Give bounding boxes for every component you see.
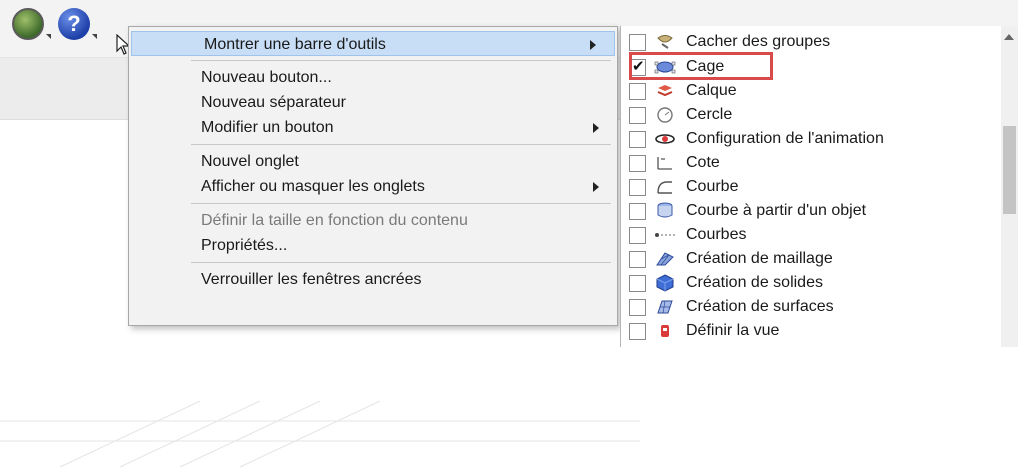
list-item-mesh-creation[interactable]: Création de maillage — [621, 247, 1001, 271]
checkbox[interactable] — [629, 250, 646, 268]
viewport-grid — [0, 401, 640, 468]
menu-item-show-toolbar[interactable]: Montrer une barre d'outils — [131, 31, 615, 56]
checkbox[interactable] — [629, 154, 646, 172]
menu-item-fit-to-content: Définir la taille en fonction du contenu — [129, 208, 617, 233]
menu-item-label: Afficher ou masquer les onglets — [201, 178, 425, 195]
menu-item-new-tab[interactable]: Nouvel onglet — [129, 149, 617, 174]
callout-highlight-box — [629, 52, 773, 80]
context-menu: Montrer une barre d'outils Nouveau bouto… — [128, 26, 618, 326]
list-item-hide-groups[interactable]: Cacher des groupes — [621, 30, 1001, 54]
checkbox[interactable] — [629, 130, 646, 148]
solid-creation-icon — [654, 274, 676, 292]
menu-item-label: Propriétés... — [201, 237, 288, 254]
menu-separator — [191, 203, 611, 204]
list-item-curve-from-object[interactable]: Courbe à partir d'un objet — [621, 199, 1001, 223]
help-icon[interactable]: ? — [58, 8, 90, 40]
menu-item-label: Modifier un bouton — [201, 119, 334, 136]
list-item-label: Création de surfaces — [686, 298, 834, 315]
list-item-label: Calque — [686, 82, 737, 99]
list-item-label: Cacher des groupes — [686, 33, 831, 50]
layer-icon — [654, 82, 676, 100]
list-item-label: Courbe à partir d'un objet — [686, 202, 867, 219]
list-item-label: Création de solides — [686, 274, 823, 291]
checkbox[interactable] — [629, 298, 646, 316]
submenu-arrow-icon — [590, 40, 596, 50]
set-view-icon — [654, 322, 676, 340]
mesh-creation-icon — [654, 250, 676, 268]
globe-icon[interactable] — [12, 8, 44, 40]
list-item-animation-setup[interactable]: Configuration de l'animation — [621, 127, 1001, 151]
menu-item-label: Définir la taille en fonction du contenu — [201, 212, 468, 229]
checkbox[interactable] — [629, 106, 646, 124]
caret-icon — [46, 34, 51, 39]
menu-item-show-hide-tabs[interactable]: Afficher ou masquer les onglets — [129, 174, 617, 199]
menu-item-edit-button[interactable]: Modifier un bouton — [129, 115, 617, 140]
hide-groups-icon — [654, 33, 676, 51]
scrollbar-thumb[interactable] — [1003, 126, 1016, 214]
list-item-curves[interactable]: Courbes — [621, 223, 1001, 247]
menu-item-lock-docked-windows[interactable]: Verrouiller les fenêtres ancrées — [129, 267, 617, 292]
circle-icon — [654, 106, 676, 124]
caret-icon — [92, 34, 97, 39]
checkbox[interactable] — [629, 274, 646, 292]
checkbox[interactable] — [629, 202, 646, 220]
dimension-icon — [654, 154, 676, 172]
list-item-surface-creation[interactable]: Création de surfaces — [621, 295, 1001, 319]
checkbox[interactable] — [629, 82, 646, 100]
menu-separator — [191, 60, 611, 61]
list-item-curve[interactable]: Courbe — [621, 175, 1001, 199]
scroll-up-arrow-icon[interactable] — [1004, 34, 1014, 40]
menu-item-label: Nouvel onglet — [201, 153, 299, 170]
animation-icon — [654, 130, 676, 148]
menu-item-label: Verrouiller les fenêtres ancrées — [201, 271, 422, 288]
menu-separator — [191, 262, 611, 263]
menu-item-new-separator[interactable]: Nouveau séparateur — [129, 90, 617, 115]
list-item-label: Cercle — [686, 106, 733, 123]
curve-from-object-icon — [654, 202, 676, 220]
menu-item-label: Nouveau bouton... — [201, 69, 332, 86]
submenu-arrow-icon — [593, 182, 599, 192]
list-item-solid-creation[interactable]: Création de solides — [621, 271, 1001, 295]
curve-icon — [654, 178, 676, 196]
checkbox[interactable] — [629, 33, 646, 51]
list-item-label: Cote — [686, 154, 720, 171]
list-item-label: Définir la vue — [686, 322, 780, 339]
checkbox[interactable] — [629, 226, 646, 244]
menu-item-new-button[interactable]: Nouveau bouton... — [129, 65, 617, 90]
menu-item-label: Nouveau séparateur — [201, 94, 346, 111]
list-item-label: Configuration de l'animation — [686, 130, 884, 147]
curves-icon — [654, 226, 676, 244]
list-item-dimension[interactable]: Cote — [621, 151, 1001, 175]
list-item-label: Courbe — [686, 178, 739, 195]
checkbox[interactable] — [629, 322, 646, 340]
checkbox[interactable] — [629, 178, 646, 196]
list-item-label: Création de maillage — [686, 250, 833, 267]
surface-creation-icon — [654, 298, 676, 316]
submenu-arrow-icon — [593, 123, 599, 133]
menu-separator — [191, 144, 611, 145]
menu-item-label: Montrer une barre d'outils — [204, 36, 386, 53]
menu-item-properties[interactable]: Propriétés... — [129, 233, 617, 258]
list-item-label: Courbes — [686, 226, 747, 243]
list-item-set-view[interactable]: Définir la vue — [621, 319, 1001, 343]
list-item-circle[interactable]: Cercle — [621, 103, 1001, 127]
list-item-layer[interactable]: Calque — [621, 79, 1001, 103]
